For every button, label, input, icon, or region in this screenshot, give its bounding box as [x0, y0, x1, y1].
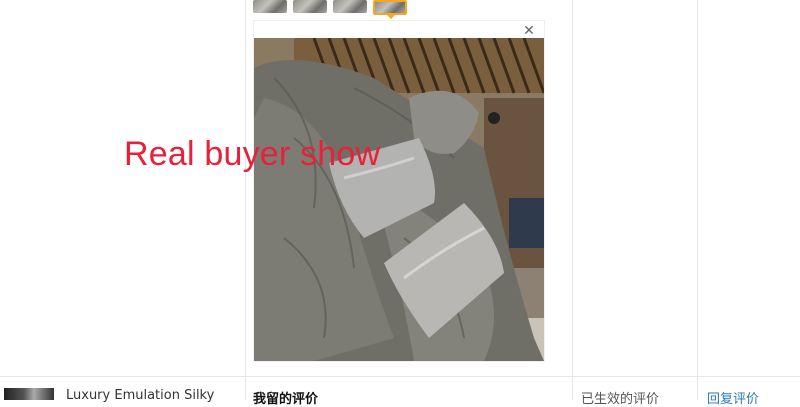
row-divider — [0, 376, 800, 377]
column-divider — [572, 0, 573, 400]
review-status: 已生效的评价 — [581, 392, 660, 407]
product-thumbnail[interactable] — [4, 388, 54, 400]
overlay-caption: Real buyer show — [124, 135, 381, 173]
reply-review-link[interactable]: 回复评价 — [707, 388, 759, 407]
active-thumbnail-indicator — [386, 14, 396, 19]
gallery-thumbnail[interactable] — [293, 0, 327, 13]
my-review-heading: 我留的评价 — [253, 392, 319, 407]
column-divider — [245, 0, 246, 400]
gallery-thumbnail[interactable] — [333, 0, 367, 13]
buyer-photo — [254, 38, 544, 361]
column-divider — [697, 0, 698, 400]
close-icon[interactable]: ✕ — [522, 24, 536, 38]
product-title[interactable]: Luxury Emulation Silky — [66, 388, 214, 403]
gallery-thumbnail[interactable] — [253, 0, 287, 13]
gallery-thumbnail-active[interactable] — [373, 0, 407, 15]
